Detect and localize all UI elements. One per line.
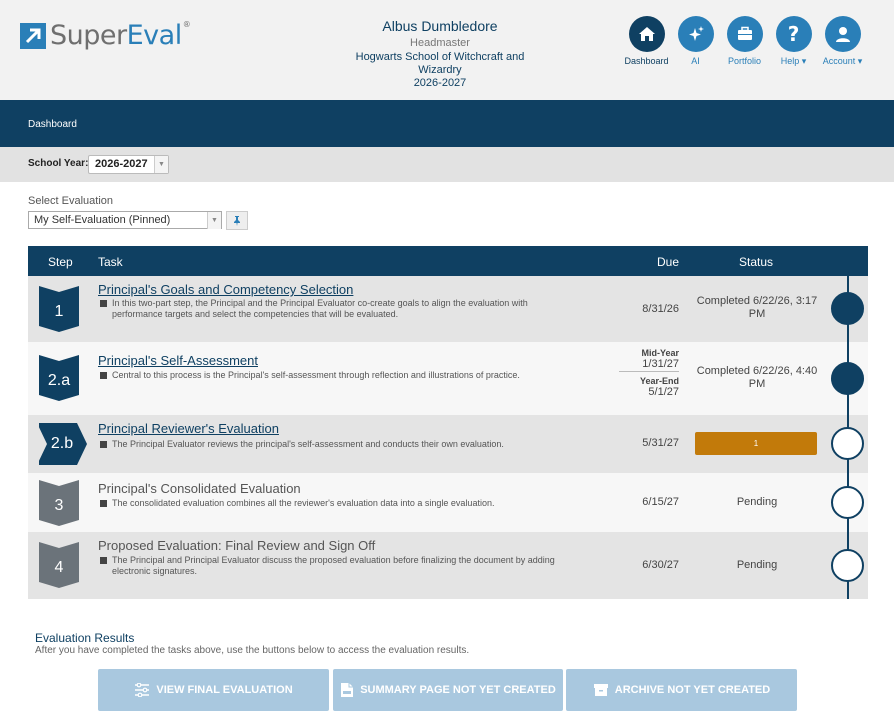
logo-text: SuperEval® [50,20,191,51]
nav-portfolio[interactable]: Portfolio [720,16,769,67]
timeline-dot-complete [831,292,864,325]
user-year: 2026-2027 [413,77,467,89]
select-evaluation-dropdown[interactable]: My Self-Evaluation (Pinned) ▼ [28,211,222,229]
user-info: Albus Dumbledore Headmaster Hogwarts Sch… [340,18,540,89]
app-header: SuperEval® Albus Dumbledore Headmaster H… [0,0,894,100]
task-description: The Principal Evaluator reviews the prin… [100,439,570,450]
nav-account[interactable]: Account ▾ [818,16,867,67]
results-title: Evaluation Results [35,631,135,645]
step-badge-active: 2.b [39,423,87,469]
step-badge: 2.a [39,355,79,401]
chevron-down-icon: ▼ [207,212,221,229]
task-description: The Principal and Principal Evaluator di… [100,555,570,577]
header-task: Task [98,255,123,269]
school-year-label: School Year: [28,158,89,169]
status-text: Completed 6/22/26, 3:17 PM [696,295,818,320]
task-title: Principal's Consolidated Evaluation [98,481,301,496]
table-row: 2.b Principal Reviewer's Evaluation The … [28,415,868,473]
school-year-select[interactable]: 2026-2027 ▼ [88,155,169,174]
header-due: Due [657,255,680,269]
status-text: Pending [736,496,778,508]
table-row: 4 Proposed Evaluation: Final Review and … [28,532,868,599]
home-icon [628,16,665,52]
timeline-dot [831,486,864,519]
user-role: Headmaster [410,37,470,49]
due-date: 6/30/27 [642,559,679,571]
progress-bar[interactable]: 1 [695,432,817,455]
step-badge: 3 [39,480,79,526]
task-link[interactable]: Principal's Self-Assessment [98,353,258,368]
nav-help[interactable]: ? Help ▾ [769,16,818,67]
status-text: Pending [736,559,778,571]
task-title: Proposed Evaluation: Final Review and Si… [98,538,376,553]
nav-ai[interactable]: AI [671,16,720,67]
sparkle-icon [677,16,714,52]
due-date: 6/15/27 [642,496,679,508]
due-dates: Mid-Year 1/31/27 Year-End 5/1/27 [619,348,679,398]
summary-page-button[interactable]: SUMMARY PAGE NOT YET CREATED [333,669,563,711]
sliders-icon [135,683,150,697]
briefcase-icon [726,16,763,52]
timeline-dot-complete [831,362,864,395]
nav-dashboard[interactable]: Dashboard [622,16,671,67]
top-nav: Dashboard AI Portfolio ? Help ▾ Account … [622,16,867,67]
step-badge: 4 [39,542,79,588]
table-row: 3 Principal's Consolidated Evaluation Th… [28,473,868,532]
due-date: 5/31/27 [642,437,679,449]
task-description: In this two-part step, the Principal and… [100,298,570,320]
file-pdf-icon [341,683,354,697]
results-subtitle: After you have completed the tasks above… [35,645,470,656]
header-step: Step [48,255,73,269]
step-badge: 1 [39,286,79,332]
pin-icon [234,215,240,226]
archive-icon [593,684,608,696]
archive-button[interactable]: ARCHIVE NOT YET CREATED [566,669,797,711]
task-link[interactable]: Principal Reviewer's Evaluation [98,421,279,436]
superevalogo[interactable]: SuperEval® [20,20,191,51]
timeline-dot [831,427,864,460]
due-date: 8/31/26 [642,303,679,315]
task-table: Step Task Due Status 1 Principal's Goals… [28,246,868,599]
header-status: Status [739,255,774,269]
status-text: Completed 6/22/26, 4:40 PM [696,365,818,390]
user-school: Hogwarts School of Witchcraft and Wizard… [355,51,525,76]
breadcrumb[interactable]: Dashboard [28,119,77,130]
logo-mark-icon [20,22,46,49]
task-link[interactable]: Principal's Goals and Competency Selecti… [98,282,353,297]
school-year-bar: School Year: 2026-2027 ▼ [0,147,894,182]
timeline-dot [831,549,864,582]
pin-button[interactable] [226,211,248,230]
view-final-evaluation-button[interactable]: VIEW FINAL EVALUATION [98,669,329,711]
task-description: The consolidated evaluation combines all… [100,498,570,509]
breadcrumb-banner: Dashboard [0,100,894,147]
table-row: 2.a Principal's Self-Assessment Central … [28,342,868,415]
chevron-down-icon: ▼ [154,156,168,173]
table-row: 1 Principal's Goals and Competency Selec… [28,276,868,342]
select-evaluation-label: Select Evaluation [28,195,113,207]
user-icon [824,16,861,52]
question-icon: ? [775,16,812,52]
table-header: Step Task Due Status [28,246,868,276]
user-name: Albus Dumbledore [382,18,498,34]
task-description: Central to this process is the Principal… [100,370,570,381]
